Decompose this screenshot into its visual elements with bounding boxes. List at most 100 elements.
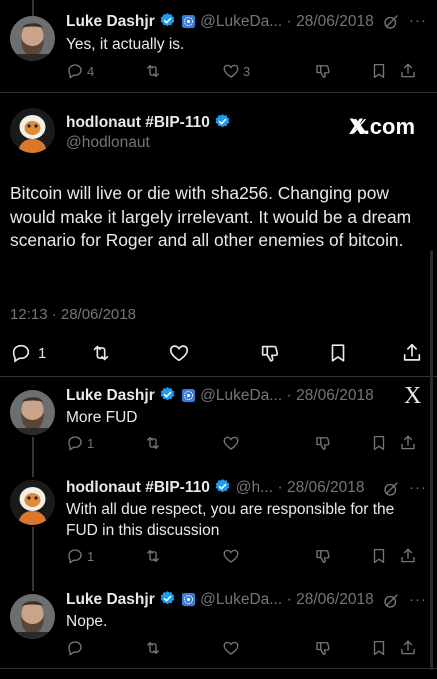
reply-count: 1 — [87, 548, 95, 564]
thumbs-down-icon — [314, 639, 332, 657]
reply-button[interactable]: 4 — [66, 61, 94, 81]
affiliate-badge-icon — [181, 14, 196, 29]
bookmark-icon — [370, 547, 388, 565]
bookmark-icon — [370, 434, 388, 452]
share-icon — [399, 62, 417, 80]
heart-icon — [222, 434, 240, 452]
more-icon[interactable]: ··· — [409, 479, 427, 496]
share-button[interactable] — [399, 638, 417, 658]
like-button[interactable] — [168, 342, 190, 364]
x-logo-small: X — [404, 383, 422, 409]
like-button[interactable]: 3 — [222, 61, 250, 81]
more-icon[interactable]: ··· — [409, 12, 427, 29]
divider — [0, 668, 437, 669]
share-button[interactable] — [399, 61, 417, 81]
author-handle[interactable]: @h... — [236, 479, 273, 496]
verified-badge-icon — [159, 590, 176, 607]
dislike-button[interactable] — [259, 342, 281, 364]
like-count: 3 — [243, 63, 251, 79]
dislike-button[interactable] — [314, 546, 332, 566]
avatar[interactable] — [10, 16, 55, 61]
dislike-button[interactable] — [314, 433, 332, 453]
author-handle[interactable]: @LukeDa... — [200, 13, 282, 30]
verified-badge-icon — [159, 12, 176, 29]
author-name[interactable]: hodlonaut #BIP-110 — [66, 113, 231, 132]
reply-count: 4 — [87, 63, 95, 79]
reply-icon — [66, 547, 84, 565]
divider — [0, 376, 437, 377]
tweet-timestamp[interactable]: 12:13 · 28/06/2018 — [10, 306, 136, 323]
thumbs-down-icon — [314, 547, 332, 565]
tweet-text: Bitcoin will live or die with sha256. Ch… — [10, 183, 412, 250]
thumbs-down-icon — [259, 342, 281, 364]
reply-count: 1 — [38, 344, 47, 362]
verified-badge-icon — [159, 386, 176, 403]
heart-icon — [168, 342, 190, 364]
share-icon — [399, 547, 417, 565]
author-handle[interactable]: @LukeDa... — [200, 387, 282, 404]
reply-button[interactable] — [66, 638, 84, 658]
grok-icon[interactable] — [382, 592, 400, 610]
retweet-icon — [144, 62, 162, 80]
like-button[interactable] — [222, 433, 240, 453]
retweet-button[interactable] — [144, 61, 162, 81]
avatar[interactable] — [10, 594, 55, 639]
grok-icon[interactable] — [382, 480, 400, 498]
avatar[interactable] — [10, 480, 55, 525]
share-icon — [399, 639, 417, 657]
thumbs-down-icon — [314, 62, 332, 80]
scrollbar[interactable] — [430, 250, 433, 670]
share-button[interactable] — [401, 342, 423, 364]
reply-icon — [66, 639, 84, 657]
bookmark-button[interactable] — [370, 61, 388, 81]
bookmark-button[interactable] — [370, 433, 388, 453]
retweet-button[interactable] — [90, 342, 112, 364]
reply-count: 1 — [87, 435, 95, 451]
tweet-date[interactable]: · 28/06/2018 — [287, 13, 374, 30]
retweet-button[interactable] — [144, 638, 162, 658]
grok-icon[interactable] — [382, 13, 400, 31]
heart-icon — [222, 639, 240, 657]
retweet-button[interactable] — [144, 546, 162, 566]
verified-badge-icon — [214, 478, 231, 495]
bookmark-button[interactable] — [327, 342, 349, 364]
tweet-date[interactable]: · 28/06/2018 — [287, 591, 374, 608]
affiliate-badge-icon — [181, 388, 196, 403]
like-button[interactable] — [222, 546, 240, 566]
reply-icon — [66, 62, 84, 80]
share-button[interactable] — [399, 433, 417, 453]
retweet-button[interactable] — [144, 433, 162, 453]
dislike-button[interactable] — [314, 638, 332, 658]
author-name[interactable]: hodlonaut #BIP-110 — [66, 479, 210, 496]
author-handle[interactable]: @hodlonaut — [66, 134, 150, 152]
dislike-button[interactable] — [314, 61, 332, 81]
bookmark-button[interactable] — [370, 546, 388, 566]
bookmark-button[interactable] — [370, 638, 388, 658]
tweet-date[interactable]: · 28/06/2018 — [287, 387, 374, 404]
retweet-icon — [144, 434, 162, 452]
bookmark-icon — [370, 62, 388, 80]
affiliate-badge-icon — [181, 592, 196, 607]
tweet-date[interactable]: · 28/06/2018 — [277, 479, 364, 496]
thread-line — [32, 437, 34, 477]
author-name[interactable]: Luke Dashjr — [66, 591, 155, 608]
reply-button[interactable]: 1 — [66, 433, 94, 453]
reply-button[interactable]: 1 — [66, 546, 94, 566]
heart-icon — [222, 547, 240, 565]
reply-button[interactable]: 1 — [10, 342, 46, 364]
verified-badge-icon — [214, 113, 231, 130]
share-button[interactable] — [399, 546, 417, 566]
like-button[interactable] — [222, 638, 240, 658]
author-name[interactable]: Luke Dashjr — [66, 13, 155, 30]
author-name[interactable]: Luke Dashjr — [66, 387, 155, 404]
bookmark-icon — [327, 342, 349, 364]
divider — [0, 92, 437, 93]
thread-line — [32, 527, 34, 591]
more-icon[interactable]: ··· — [409, 591, 427, 608]
tweet-text: With all due respect, you are responsibl… — [66, 501, 395, 539]
bookmark-icon — [370, 639, 388, 657]
author-handle[interactable]: @LukeDa... — [200, 591, 282, 608]
avatar[interactable] — [10, 390, 55, 435]
tweet-text: More FUD — [66, 409, 138, 426]
avatar[interactable] — [10, 108, 55, 153]
